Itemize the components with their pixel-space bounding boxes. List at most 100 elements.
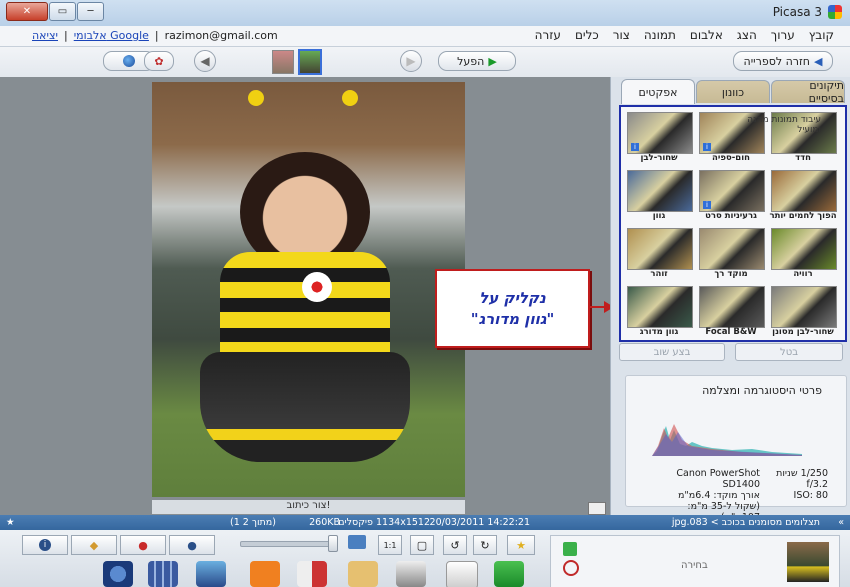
people-panel-button[interactable]: ●	[169, 535, 215, 555]
effect-label: חדד	[795, 153, 811, 163]
edit-panel: תיקונים בסיסיים כוונון אפקטים חדד i חום-ספ…	[610, 77, 850, 523]
globe-icon	[123, 55, 135, 67]
effect-label: מוקד רך	[714, 269, 748, 279]
tab-tuning[interactable]: כוונון	[696, 80, 770, 103]
play-slideshow-button[interactable]: ▶ הפעל	[438, 51, 516, 71]
caption-input[interactable]: צור כיתוב!	[152, 500, 465, 514]
effect-item[interactable]: גוון	[625, 168, 693, 222]
redo-button[interactable]: בצע שוב	[619, 343, 725, 361]
arrow-right-icon: ▶	[406, 54, 416, 68]
upload-icon[interactable]	[494, 561, 524, 587]
effect-label: שחור-לבן מסונן	[772, 327, 834, 337]
effect-thumbnail: i	[627, 112, 693, 154]
star-icon: ★	[6, 517, 15, 528]
menu-view[interactable]: הצג	[737, 28, 757, 42]
status-datetime: 20/03/2011 14:22:21	[429, 517, 530, 528]
zoom-slider-track[interactable]	[240, 541, 337, 547]
google-earth-icon[interactable]	[103, 561, 133, 587]
geotag-button[interactable]: ●	[120, 535, 166, 555]
aperture: f/3.2	[806, 479, 828, 490]
google-albums-link[interactable]: אלבומי Google	[74, 29, 149, 42]
undo-button[interactable]: בטל	[735, 343, 843, 361]
effect-item[interactable]: רוויה	[769, 226, 837, 280]
effect-thumbnail: i	[699, 170, 765, 212]
back-to-library-button[interactable]: ◀ חזרה לספרייה	[733, 51, 833, 71]
export-icon[interactable]	[297, 561, 327, 587]
expand-icon[interactable]: »	[838, 517, 844, 528]
zoom-slider-handle[interactable]	[328, 535, 338, 552]
blogger-icon[interactable]	[250, 561, 280, 587]
effect-label: חום-ספיה	[712, 153, 750, 163]
tab-effects[interactable]: אפקטים	[621, 79, 695, 104]
menu-tools[interactable]: כלים	[575, 28, 599, 42]
minimize-button[interactable]: ─	[77, 2, 104, 21]
tab-basic-fixes[interactable]: תיקונים בסיסיים	[771, 79, 845, 105]
effect-item[interactable]: גוון מדורג	[625, 284, 693, 338]
histogram-chart	[652, 424, 802, 456]
effect-thumbnail	[771, 170, 837, 212]
folder-icon[interactable]	[348, 561, 378, 587]
menu-bar: קובץ ערוך הצג אלבום תמונה צור כלים עזרה …	[0, 26, 850, 47]
crop-fit-button[interactable]: ▢	[410, 535, 434, 555]
maximize-button[interactable]: ▭	[49, 2, 76, 21]
menu-create[interactable]: צור	[613, 28, 630, 42]
menu-album[interactable]: אלבום	[690, 28, 723, 42]
star-button[interactable]: ★	[507, 535, 535, 555]
collage-icon[interactable]	[196, 561, 226, 587]
filmstrip-thumb-2[interactable]	[298, 49, 322, 75]
app-title: Picasa 3	[772, 5, 822, 19]
effect-label: הפוך לחמים יותר	[769, 211, 837, 221]
info-icon: i	[631, 143, 639, 151]
effect-item[interactable]: זוהר	[625, 226, 693, 280]
effect-item[interactable]: Focal B&W	[697, 284, 765, 338]
menu-edit[interactable]: ערוך	[771, 28, 795, 42]
properties-button[interactable]: i	[22, 535, 68, 555]
rotate-right-button[interactable]: ↻	[473, 535, 497, 555]
photo-toolbar: ✿ ◀ ▶ ▶ הפעל ◀ חזרה לספרייה	[0, 47, 850, 78]
camera-model: Canon PowerShot SD1400	[676, 468, 760, 490]
info-icon: i	[39, 539, 51, 551]
print-icon[interactable]	[396, 561, 426, 587]
previous-photo-button[interactable]: ◀	[194, 50, 216, 72]
menu-file[interactable]: קובץ	[809, 28, 834, 42]
close-button[interactable]: ✕	[6, 2, 48, 21]
clear-selection-icon[interactable]	[563, 560, 579, 576]
map-pin-icon: ●	[138, 538, 148, 552]
logout-link[interactable]: יציאה	[32, 29, 58, 42]
menu-picture[interactable]: תמונה	[644, 28, 676, 42]
photo-detail	[200, 352, 410, 462]
effect-item[interactable]: מוקד רך	[697, 226, 765, 280]
info-icon: i	[703, 143, 711, 151]
people-button[interactable]: ✿	[144, 51, 174, 71]
next-photo-button[interactable]: ▶	[400, 50, 422, 72]
histogram-panel: פרטי היסטוגרמה ומצלמה Canon PowerShot SD…	[625, 375, 847, 523]
shutter-speed: 1/250 שניות	[776, 468, 828, 479]
people-icon: ✿	[154, 54, 164, 68]
email-icon[interactable]	[446, 561, 478, 587]
edit-tabs: תיקונים בסיסיים כוונון אפקטים	[617, 79, 845, 105]
photo-detail	[220, 252, 390, 362]
tag-icon: ◆	[89, 538, 99, 552]
tags-button[interactable]: ◆	[71, 535, 117, 555]
main-photo[interactable]	[152, 82, 465, 497]
movie-icon[interactable]	[148, 561, 178, 587]
caption-toggle-icon[interactable]	[588, 502, 606, 515]
filmstrip-thumb-1[interactable]	[272, 50, 294, 74]
person-icon: ●	[187, 538, 197, 552]
star-icon: ★	[516, 538, 526, 552]
actual-size-button[interactable]: 1:1	[378, 535, 402, 555]
effect-label: שחור-לבן	[640, 153, 678, 163]
pin-icon[interactable]	[563, 542, 577, 556]
rotate-left-icon: ↺	[450, 538, 460, 552]
effect-item[interactable]: שחור-לבן מסונן	[769, 284, 837, 338]
effect-item[interactable]: הפוך לחמים יותר	[769, 168, 837, 222]
effect-item[interactable]: i גרעיניות סרט	[697, 168, 765, 222]
window-controls: ✕ ▭ ─	[6, 2, 104, 21]
fit-icon[interactable]	[348, 535, 366, 549]
crop-icon: ▢	[416, 538, 428, 552]
menu-help[interactable]: עזרה	[535, 28, 561, 42]
selected-thumbnail[interactable]	[787, 542, 829, 582]
effect-label: זוהר	[650, 269, 668, 279]
rotate-left-button[interactable]: ↺	[443, 535, 467, 555]
effect-item[interactable]: i שחור-לבן	[625, 110, 693, 164]
